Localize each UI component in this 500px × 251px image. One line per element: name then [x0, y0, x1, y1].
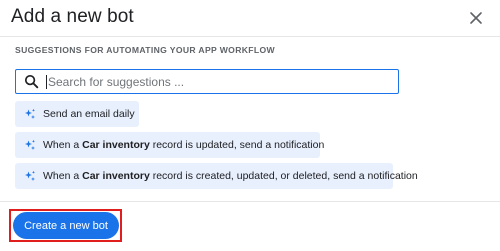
suggestion-text-suffix: record is created, updated, or deleted, …	[149, 170, 418, 182]
dialog-title: Add a new bot	[11, 6, 134, 27]
suggestion-text: When a Car inventory record is updated, …	[43, 139, 324, 151]
table-name: Car inventory	[82, 139, 150, 151]
suggestion-text-suffix: record is updated, send a notification	[149, 139, 325, 151]
add-bot-dialog: Add a new bot SUGGESTIONS FOR AUTOMATING…	[0, 0, 500, 250]
suggestion-text: When a Car inventory record is created, …	[43, 170, 418, 182]
suggestion-text-prefix: When a	[43, 139, 83, 151]
close-icon[interactable]	[466, 8, 486, 28]
text-caret	[46, 75, 47, 89]
create-new-bot-button[interactable]: Create a new bot	[13, 212, 119, 239]
suggestion-text-prefix: When a	[43, 170, 83, 182]
suggestion-send-email-daily[interactable]: Send an email daily	[15, 101, 139, 127]
sparkle-icon	[25, 139, 35, 150]
suggestion-record-updated[interactable]: When a Car inventory record is updated, …	[15, 132, 324, 158]
table-name: Car inventory	[82, 170, 150, 182]
search-input[interactable]	[48, 72, 388, 91]
sparkle-icon	[25, 170, 35, 181]
suggestions-section-label: SUGGESTIONS FOR AUTOMATING YOUR APP WORK…	[15, 45, 276, 55]
dialog-header: Add a new bot	[0, 0, 500, 37]
suggestions-search-box[interactable]	[15, 69, 399, 94]
sparkle-icon	[25, 108, 35, 119]
suggestion-text: Send an email daily	[43, 108, 135, 120]
search-icon	[24, 74, 39, 89]
suggestion-record-changed[interactable]: When a Car inventory record is created, …	[15, 163, 418, 189]
